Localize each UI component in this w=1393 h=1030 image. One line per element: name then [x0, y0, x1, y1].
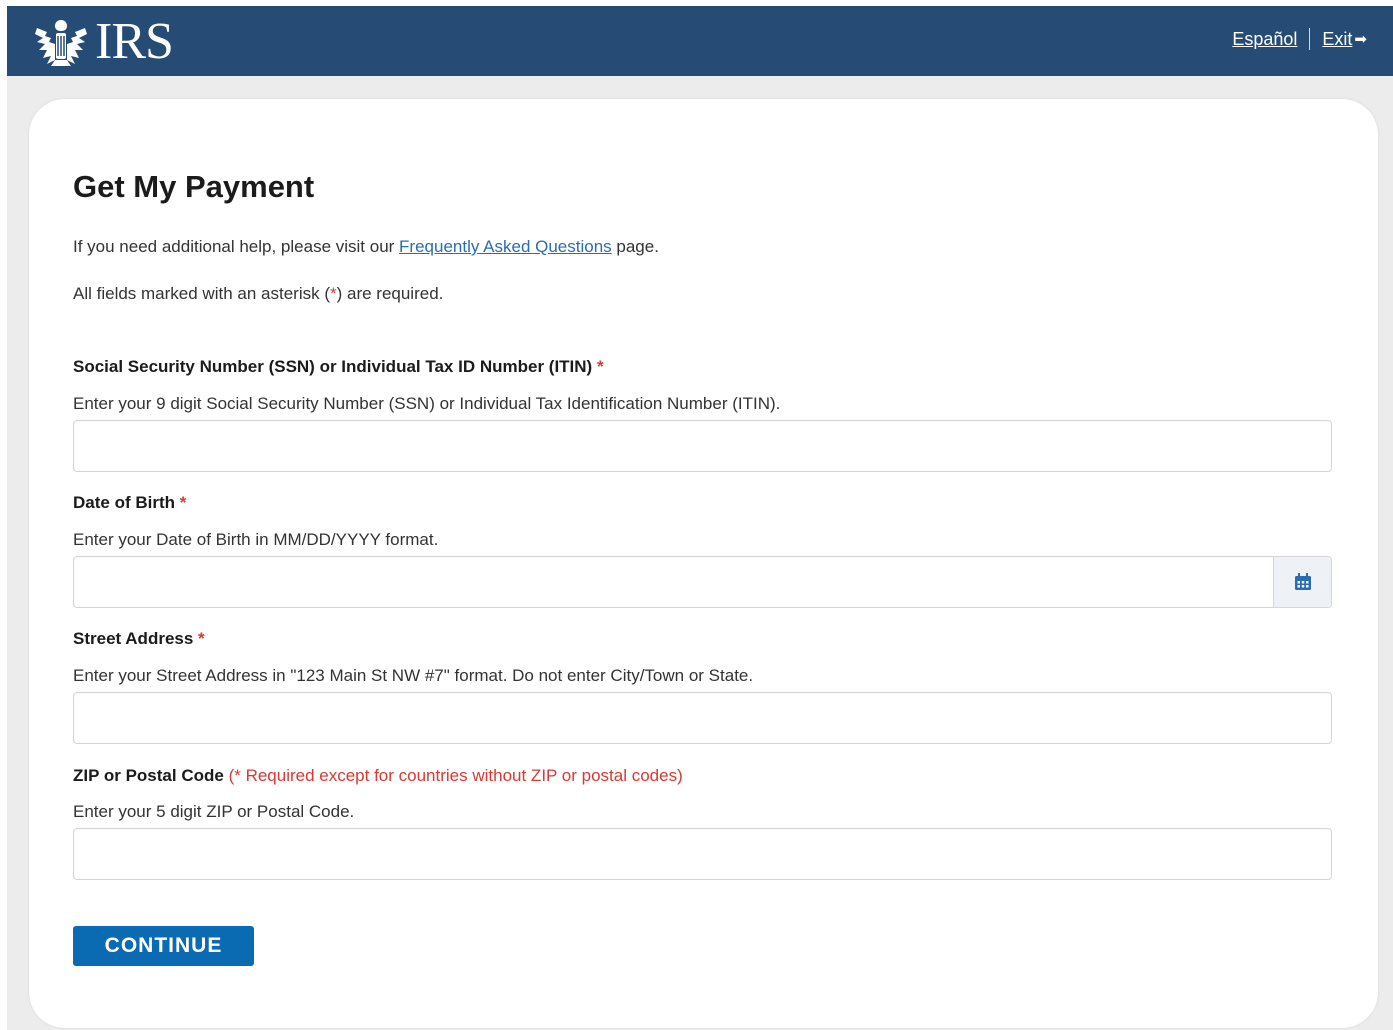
calendar-icon: [1294, 573, 1311, 590]
address-required-asterisk: *: [198, 629, 205, 648]
page-title: Get My Payment: [73, 169, 315, 204]
page-frame: IRS Español Exit ➡ Get My Payment If you…: [7, 6, 1393, 1030]
logo-text: IRS: [95, 13, 174, 70]
exit-link[interactable]: Exit: [1322, 29, 1352, 50]
header-divider: [1309, 28, 1311, 50]
eagle-icon: [35, 20, 87, 66]
exit-link-label: Exit: [1322, 28, 1353, 49]
dob-label-text: Date of Birth: [73, 493, 175, 512]
required-note: All fields marked with an asterisk (*) a…: [73, 284, 443, 304]
help-prefix: If you need additional help, please visi…: [73, 237, 400, 256]
ssn-required-asterisk: *: [596, 357, 604, 376]
dob-label: Date of Birth *: [73, 493, 186, 513]
faq-link[interactable]: Frequently Asked Questions: [399, 237, 612, 256]
site-header: IRS Español Exit ➡: [7, 6, 1393, 76]
dob-required-asterisk: *: [179, 493, 187, 512]
zip-label-text: ZIP or Postal Code: [73, 766, 224, 785]
help-text: If you need additional help, please visi…: [73, 237, 659, 257]
ssn-label: Social Security Number (SSN) or Individu…: [73, 357, 604, 377]
dob-hint: Enter your Date of Birth in MM/DD/YYYY f…: [73, 530, 439, 549]
required-asterisk: *: [329, 284, 337, 303]
address-label: Street Address *: [73, 629, 205, 649]
ssn-hint: Enter your 9 digit Social Security Numbe…: [73, 394, 781, 413]
required-suffix: ) are required.: [336, 284, 444, 303]
address-label-text: Street Address: [73, 629, 194, 648]
zip-hint: Enter your 5 digit ZIP or Postal Code.: [73, 802, 355, 821]
required-prefix: All fields marked with an asterisk (: [73, 284, 330, 303]
irs-logo[interactable]: IRS: [33, 13, 174, 70]
payment-form-card: Get My Payment If you need additional he…: [29, 99, 1378, 1028]
address-input[interactable]: [73, 692, 1332, 744]
zip-input[interactable]: [73, 828, 1332, 880]
address-hint: Enter your Street Address in "123 Main S…: [73, 666, 754, 685]
espanol-link[interactable]: Español: [1232, 29, 1297, 50]
continue-button[interactable]: CONTINUE: [73, 926, 254, 966]
dob-input[interactable]: [74, 557, 1273, 607]
zip-label: ZIP or Postal Code (* Required except fo…: [73, 766, 683, 786]
help-suffix: page.: [611, 237, 659, 256]
exit-icon: ➡: [1354, 31, 1367, 48]
dob-field: [73, 556, 1332, 608]
zip-required-note: (* Required except for countries without…: [228, 766, 683, 785]
ssn-label-text: Social Security Number (SSN) or Individu…: [73, 357, 593, 376]
calendar-button[interactable]: [1273, 557, 1331, 607]
header-links: Español Exit ➡: [1232, 28, 1367, 50]
ssn-input[interactable]: [73, 420, 1332, 472]
